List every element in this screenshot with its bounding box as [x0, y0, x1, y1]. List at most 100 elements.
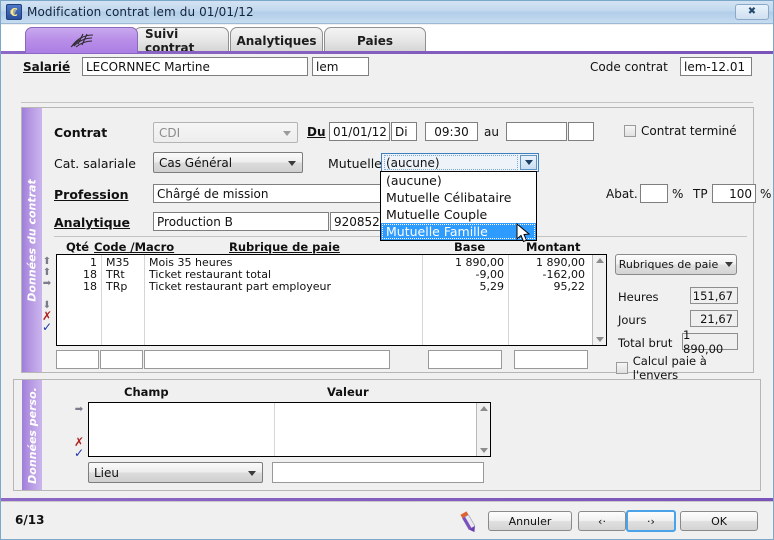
profession-label: Profession: [54, 187, 129, 202]
contrat-type-select[interactable]: CDI: [153, 122, 298, 143]
au-label: au: [484, 125, 499, 139]
grid-header-base: Base: [454, 240, 486, 254]
table-row[interactable]: 1 M35 Mois 35 heures 1 890,00 1 890,00: [57, 257, 592, 269]
move-up-icon[interactable]: ⬆: [43, 267, 51, 278]
perso-field-value: Lieu: [94, 465, 120, 480]
chevron-down-icon: [288, 160, 296, 166]
grid-divider: [422, 255, 423, 345]
abat-input[interactable]: [640, 184, 668, 203]
scroll-up-icon[interactable]: [594, 255, 606, 266]
du-date-input[interactable]: 01/01/12: [329, 122, 390, 141]
salarie-code-input[interactable]: lem: [312, 57, 369, 76]
grid-divider: [144, 255, 145, 345]
au-date-input[interactable]: [506, 122, 567, 141]
cat-salariale-select[interactable]: Cas Général: [153, 152, 303, 173]
perso-grid-scrollbar[interactable]: [476, 403, 490, 456]
tab-paies[interactable]: Paies: [324, 27, 426, 53]
heures-label: Heures: [618, 290, 659, 304]
divider-top: [21, 102, 753, 103]
entry-base-input[interactable]: [428, 350, 502, 369]
champ-header: Champ: [124, 385, 169, 399]
grid-row-tools: ⬆ ⬆ ➡ ⬇ ✗ ✓: [40, 256, 54, 333]
validate-icon[interactable]: ✓: [42, 321, 52, 333]
cell-code: TRp: [101, 281, 144, 293]
dropdown-option-selected[interactable]: Mutuelle Famille: [381, 223, 536, 240]
validate-icon[interactable]: ✓: [74, 447, 84, 459]
mutuelle-dropdown-list[interactable]: (aucune) Mutuelle Célibataire Mutuelle C…: [380, 171, 537, 241]
tab-label: Analytiques: [236, 33, 317, 48]
move-top-icon[interactable]: ⬆: [43, 256, 51, 267]
chevron-down-icon[interactable]: [520, 155, 537, 170]
vertical-tab-donnees-contrat[interactable]: Données du contrat: [22, 108, 42, 372]
pencil-icon[interactable]: [455, 509, 481, 535]
abat-label: Abat.: [606, 187, 638, 201]
perso-value-input[interactable]: [272, 462, 484, 483]
tp-unit: %: [760, 187, 772, 201]
checkbox-box: [616, 362, 628, 374]
profession-input[interactable]: Chârgé de mission: [153, 184, 383, 203]
mutuelle-value: (aucune): [386, 155, 440, 170]
grid-scrollbar[interactable]: [592, 255, 606, 345]
cell-base: 5,29: [422, 281, 508, 293]
code-contrat-label: Code contrat: [590, 60, 668, 74]
chevron-down-icon: [248, 470, 256, 476]
scroll-down-icon[interactable]: [594, 334, 606, 345]
perso-field-select[interactable]: Lieu: [88, 462, 263, 483]
vertical-tab-label: Données perso.: [25, 386, 39, 484]
vertical-tab-donnees-perso[interactable]: Données perso.: [22, 380, 42, 490]
salarie-name-input[interactable]: LECORNNEC Martine: [82, 57, 308, 76]
cell-rubrique: Ticket restaurant part employeur: [144, 281, 422, 293]
cat-salariale-value: Cas Général: [159, 155, 233, 170]
table-row[interactable]: 18 TRp Ticket restaurant part employeur …: [57, 281, 592, 293]
rubriques-de-paie-button[interactable]: Rubriques de paie: [615, 254, 737, 275]
personal-data-panel: Données perso. Champ Valeur ➡ ✗ ✓ Lieu: [13, 379, 761, 491]
grid-header-code: Code /Macro: [94, 240, 175, 254]
next-button[interactable]: ·›: [626, 510, 676, 532]
contract-modification-window: € Modification contrat lem du 01/01/12 ✖…: [0, 0, 774, 540]
scroll-up-icon[interactable]: [478, 403, 490, 414]
tab-suivi-contrat[interactable]: Suivi contrat: [134, 27, 229, 55]
entry-rubrique-input[interactable]: [144, 350, 390, 369]
dropdown-option[interactable]: Mutuelle Célibataire: [381, 189, 536, 206]
grid-header-qte: Qté: [66, 240, 90, 254]
payroll-grid[interactable]: 1 M35 Mois 35 heures 1 890,00 1 890,00 1…: [56, 254, 607, 346]
cell-montant: 95,22: [508, 281, 590, 293]
dropdown-option[interactable]: (aucune): [381, 172, 536, 189]
grid-header-montant: Montant: [526, 240, 581, 254]
ok-button[interactable]: OK: [680, 511, 758, 531]
entry-code-input[interactable]: [100, 350, 143, 369]
grid-divider: [101, 255, 102, 345]
scroll-down-icon[interactable]: [478, 445, 490, 456]
tp-input[interactable]: 100: [712, 184, 756, 203]
code-contrat-input[interactable]: lem-12.01: [680, 57, 752, 76]
entry-qte-input[interactable]: [56, 350, 99, 369]
tab-donnees-contrat[interactable]: [25, 27, 138, 53]
cancel-button[interactable]: Annuler: [488, 511, 572, 531]
tab-analytiques[interactable]: Analytiques: [230, 27, 323, 53]
grid-rows: 1 M35 Mois 35 heures 1 890,00 1 890,00 1…: [57, 257, 592, 293]
calcul-envers-checkbox[interactable]: Calcul paie à l'envers: [616, 354, 753, 382]
entry-montant-input[interactable]: [514, 350, 588, 369]
grid-divider: [508, 255, 509, 345]
tab-strip: Suivi contrat Analytiques Paies: [1, 25, 773, 55]
chevron-down-icon: [283, 130, 291, 136]
tab-label: Paies: [357, 33, 393, 48]
tp-label: TP: [693, 187, 708, 201]
analytique-input[interactable]: Production B: [153, 212, 329, 231]
analytique-label: Analytique: [54, 215, 131, 230]
title-bar: € Modification contrat lem du 01/01/12 ✖: [1, 1, 773, 24]
contrat-termine-checkbox[interactable]: Contrat terminé: [624, 124, 737, 138]
au-day-display: [568, 122, 594, 141]
close-icon[interactable]: ✖: [735, 4, 769, 20]
checkbox-box: [624, 125, 636, 137]
perso-grid[interactable]: [88, 402, 491, 457]
move-right-icon[interactable]: ➡: [43, 278, 51, 289]
contrat-label: Contrat: [54, 125, 108, 140]
salarie-label: Salarié: [23, 60, 71, 74]
jours-label: Jours: [618, 313, 647, 327]
move-right-icon[interactable]: ➡: [75, 404, 83, 415]
mutuelle-select[interactable]: (aucune): [381, 153, 539, 172]
previous-button[interactable]: ‹·: [578, 511, 626, 531]
du-time-input[interactable]: 09:30: [425, 122, 478, 141]
dropdown-option[interactable]: Mutuelle Couple: [381, 206, 536, 223]
